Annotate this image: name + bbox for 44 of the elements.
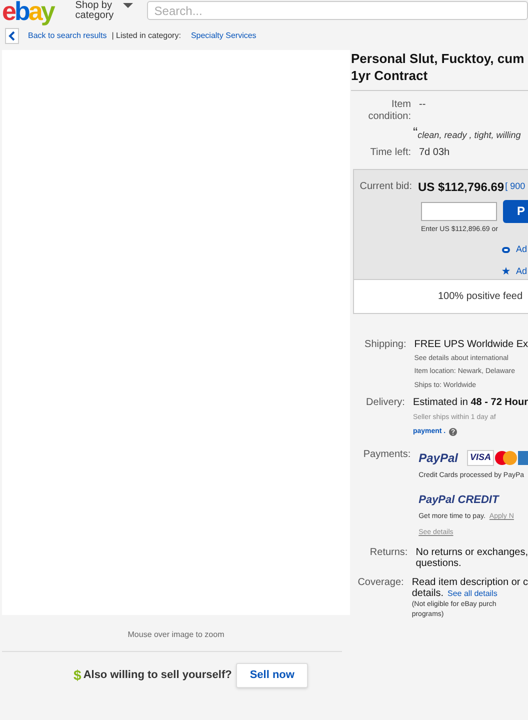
back-button[interactable]	[5, 28, 19, 44]
feedback-text: 100% positive feed	[438, 290, 523, 304]
field-label: Delivery:	[365, 397, 405, 410]
delivery-estimate: Estimated in 48 - 72 Hour	[412, 397, 528, 409]
item-condition: --	[419, 99, 426, 111]
coverage-text: Read item description or c details. See all details	[412, 577, 528, 599]
add-link[interactable]: Ad	[516, 243, 528, 256]
time-left: 7d 03h	[419, 146, 450, 158]
field-label: Returns:	[368, 547, 408, 560]
item-quote: clean, ready , tight, willing	[418, 129, 521, 142]
field-label: Current bid:	[358, 180, 412, 194]
returns-policy: No returns or exchanges, questions.	[416, 547, 528, 569]
mastercard-icon	[495, 451, 517, 465]
see-all-details-link[interactable]: See all details	[448, 589, 498, 598]
current-bid-price: US $112,796.69	[418, 178, 504, 196]
quote-mark: “	[413, 125, 418, 139]
caret-icon	[123, 3, 134, 8]
sell-prompt: Also willing to sell yourself?	[83, 668, 232, 683]
shipping-value: FREE UPS Worldwide Ex	[414, 338, 528, 350]
help-icon	[448, 428, 457, 436]
listing-title: 1yr Contract	[351, 67, 428, 84]
visa-card-icon: VISA	[466, 450, 494, 466]
category-link[interactable]: Specialty Services	[190, 30, 256, 42]
category-label: | Listed in category:	[112, 30, 181, 42]
back-link[interactable]: Back to search results	[28, 30, 107, 42]
paypal-credit-logo: PayPal CREDIT	[418, 492, 499, 508]
add-link[interactable]: Ad	[516, 264, 528, 278]
field-label: Coverage:	[356, 577, 404, 590]
sell-now-button[interactable]: Sell now	[236, 662, 308, 688]
paypal-logo: PayPal	[418, 450, 458, 467]
listing-title: Personal Slut, Fucktoy, cum	[351, 50, 524, 67]
chevron-left-icon	[8, 31, 16, 41]
field-label: Item condition:	[367, 99, 411, 123]
star-icon	[502, 267, 510, 276]
bid-input[interactable]	[421, 202, 497, 220]
search-field[interactable]: Search...	[147, 1, 528, 20]
shop-by-category-menu[interactable]: Shop by category	[75, 1, 122, 21]
field-label: Time left:	[369, 146, 411, 158]
field-label: Shipping:	[364, 338, 406, 352]
bid-count-link[interactable]: [ 900	[505, 180, 526, 194]
field-label: Payments:	[362, 449, 411, 462]
dollar-icon: $	[74, 664, 82, 686]
place-bid-button[interactable]: P	[503, 200, 528, 222]
zoom-hint: Mouse over image to zoom	[126, 629, 226, 641]
